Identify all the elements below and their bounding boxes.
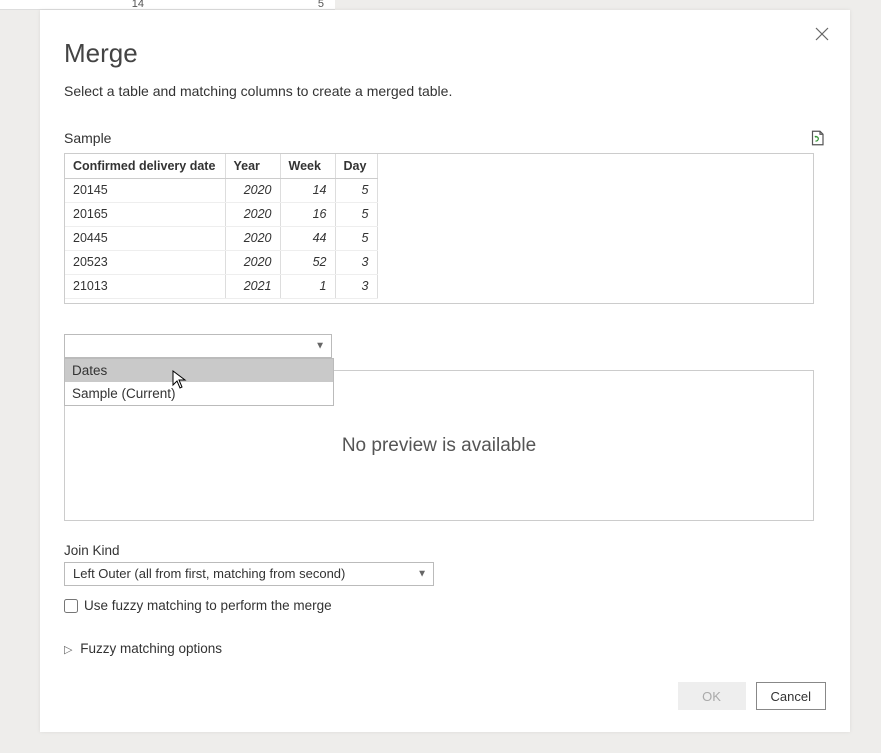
- second-table-combo[interactable]: ▼ Dates Sample (Current): [64, 334, 332, 358]
- cell-year: 2020: [225, 226, 280, 250]
- cell-week: 14: [280, 178, 335, 202]
- fuzzy-matching-label: Use fuzzy matching to perform the merge: [84, 598, 332, 613]
- bg-cell-week: 14: [100, 0, 150, 9]
- bg-cell-day: 5: [290, 0, 330, 9]
- join-kind-value: Left Outer (all from first, matching fro…: [73, 566, 345, 581]
- table-header-row[interactable]: Confirmed delivery date Year Week Day: [65, 154, 377, 178]
- merge-dialog: Merge Select a table and matching column…: [40, 10, 850, 732]
- preview-empty-text: No preview is available: [342, 435, 536, 457]
- cell-year: 2020: [225, 178, 280, 202]
- join-kind-label: Join Kind: [64, 543, 826, 558]
- cell-week: 16: [280, 202, 335, 226]
- cell-year: 2020: [225, 202, 280, 226]
- table-row[interactable]: 20523 2020 52 3: [65, 250, 377, 274]
- dialog-buttons: OK Cancel: [678, 682, 826, 710]
- refresh-preview-icon[interactable]: [808, 129, 826, 147]
- chevron-down-icon: ▼: [417, 569, 427, 580]
- col-header-week[interactable]: Week: [280, 154, 335, 178]
- col-header-cdd[interactable]: Confirmed delivery date: [65, 154, 225, 178]
- fuzzy-matching-checkbox[interactable]: [64, 599, 78, 613]
- close-icon[interactable]: [814, 26, 834, 46]
- first-table-label: Sample: [64, 130, 111, 146]
- cell-week: 52: [280, 250, 335, 274]
- dialog-title: Merge: [64, 38, 826, 69]
- cell-cdd: 20445: [65, 226, 225, 250]
- dropdown-option-dates[interactable]: Dates: [65, 359, 333, 382]
- cell-day: 3: [335, 250, 377, 274]
- ok-button[interactable]: OK: [678, 682, 746, 710]
- background-grid-peek: 14 5: [0, 0, 335, 10]
- fuzzy-matching-checkbox-row[interactable]: Use fuzzy matching to perform the merge: [64, 598, 826, 613]
- table-row[interactable]: 20145 2020 14 5: [65, 178, 377, 202]
- first-table-preview[interactable]: Confirmed delivery date Year Week Day 20…: [64, 153, 814, 304]
- cell-cdd: 20523: [65, 250, 225, 274]
- fuzzy-matching-options-expander[interactable]: ▷ Fuzzy matching options: [64, 641, 826, 656]
- dropdown-option-sample-current[interactable]: Sample (Current): [65, 382, 333, 405]
- cell-week: 1: [280, 274, 335, 298]
- first-table: Confirmed delivery date Year Week Day 20…: [65, 154, 378, 299]
- cell-cdd: 20145: [65, 178, 225, 202]
- cell-day: 5: [335, 202, 377, 226]
- cell-day: 5: [335, 178, 377, 202]
- cell-year: 2021: [225, 274, 280, 298]
- cancel-button[interactable]: Cancel: [756, 682, 826, 710]
- cell-week: 44: [280, 226, 335, 250]
- ok-button-label: OK: [702, 689, 721, 704]
- cell-day: 3: [335, 274, 377, 298]
- cancel-button-label: Cancel: [771, 689, 811, 704]
- cell-cdd: 20165: [65, 202, 225, 226]
- table-row[interactable]: 20445 2020 44 5: [65, 226, 377, 250]
- cell-year: 2020: [225, 250, 280, 274]
- triangle-right-icon: ▷: [64, 644, 72, 656]
- cell-day: 5: [335, 226, 377, 250]
- col-header-day[interactable]: Day: [335, 154, 377, 178]
- cell-cdd: 21013: [65, 274, 225, 298]
- join-kind-combo[interactable]: Left Outer (all from first, matching fro…: [64, 562, 434, 586]
- col-header-year[interactable]: Year: [225, 154, 280, 178]
- table-row[interactable]: 20165 2020 16 5: [65, 202, 377, 226]
- second-table-dropdown: Dates Sample (Current): [64, 358, 334, 406]
- table-row[interactable]: 21013 2021 1 3: [65, 274, 377, 298]
- chevron-down-icon: ▼: [315, 341, 325, 352]
- dialog-subtitle: Select a table and matching columns to c…: [64, 83, 826, 99]
- fuzzy-matching-options-label: Fuzzy matching options: [80, 641, 222, 656]
